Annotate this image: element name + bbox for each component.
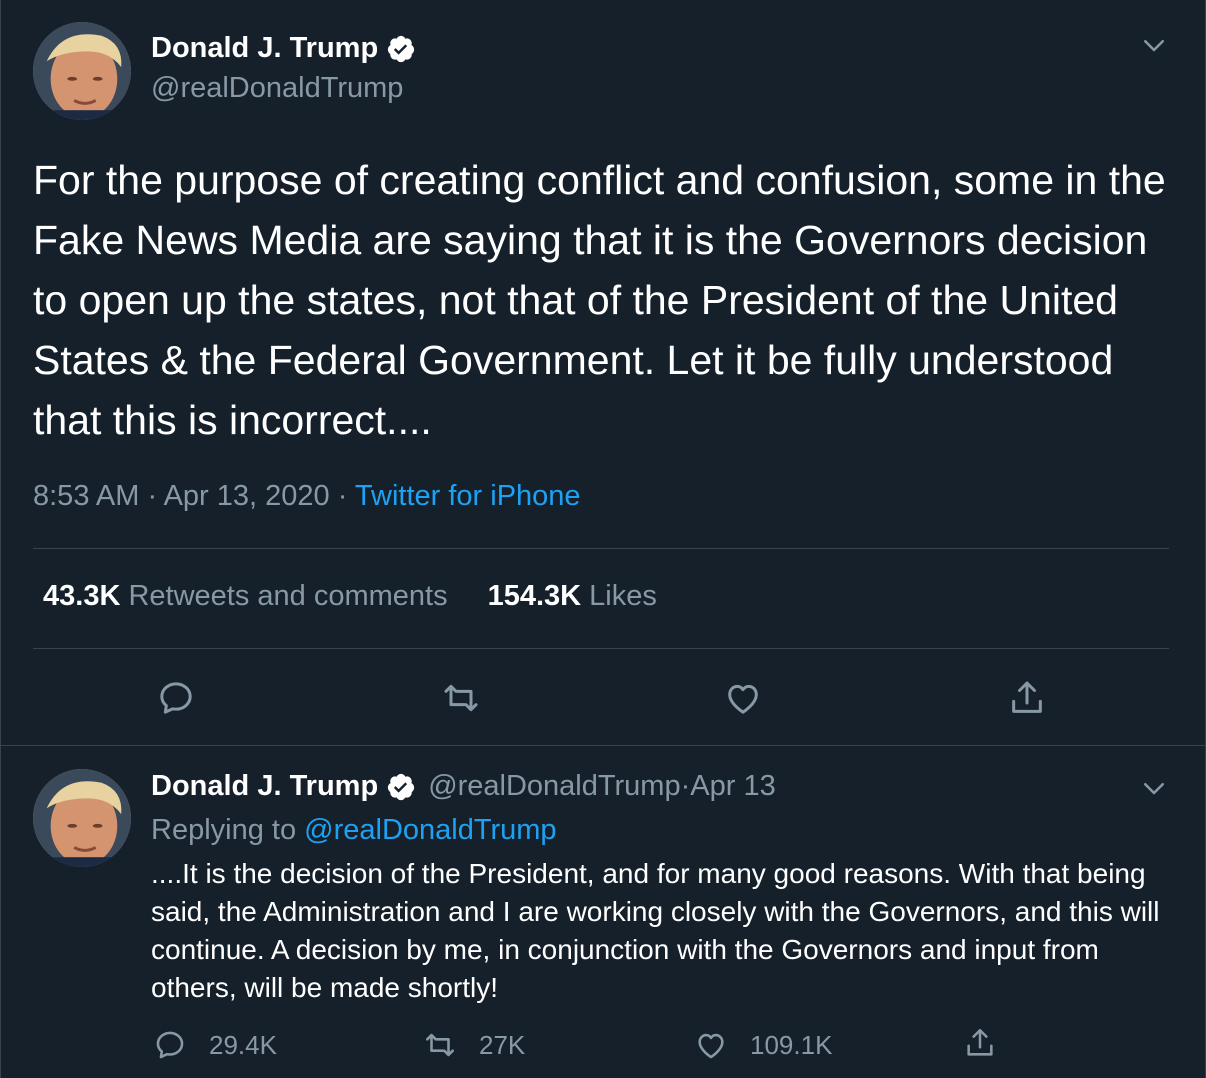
tweet-text: For the purpose of creating conflict and… [33, 157, 1166, 443]
meta-separator: · [139, 480, 164, 512]
replying-to-mention[interactable]: @realDonaldTrump [304, 814, 556, 846]
replying-to-label: Replying to [151, 814, 305, 846]
reply-action[interactable]: 29.4K [153, 1028, 277, 1062]
likes-label: Likes [581, 580, 657, 612]
tweet-stats: 43.3K Retweets and comments 154.3K Likes [43, 580, 697, 613]
tweet-meta: 8:53 AM · Apr 13, 2020 · Twitter for iPh… [33, 480, 581, 513]
like-icon[interactable] [723, 678, 763, 718]
main-tweet[interactable]: Donald J. Trump @realDonaldTrump For the… [1, 0, 1206, 746]
share-icon [963, 1026, 997, 1060]
reply-date[interactable]: Apr 13 [690, 770, 775, 803]
retweet-action[interactable]: 27K [423, 1028, 525, 1062]
retweets-count: 43.3K [43, 580, 121, 612]
tweet-thread: Donald J. Trump @realDonaldTrump For the… [0, 0, 1206, 1078]
like-action[interactable]: 109.1K [694, 1028, 832, 1062]
divider [33, 548, 1169, 549]
author-name-row[interactable]: Donald J. Trump [151, 32, 416, 65]
tweet-time[interactable]: 8:53 AM [33, 480, 139, 512]
retweet-count: 27K [479, 1029, 526, 1060]
verified-badge-icon [386, 772, 416, 802]
likes-stat[interactable]: 154.3K Likes [488, 580, 657, 613]
likes-count: 154.3K [487, 580, 582, 612]
like-icon [694, 1028, 728, 1062]
retweets-stat[interactable]: 43.3K Retweets and comments [43, 580, 448, 613]
retweets-label: Retweets and comments [120, 580, 448, 612]
share-icon[interactable] [1007, 678, 1047, 718]
reply-author-handle[interactable]: @realDonaldTrump [428, 770, 680, 803]
chevron-down-icon[interactable] [1139, 773, 1169, 803]
reply-author-row[interactable]: Donald J. Trump @realDonaldTrump · Apr 1… [151, 770, 776, 803]
replying-to: Replying to @realDonaldTrump [151, 814, 557, 847]
verified-badge-icon [386, 34, 416, 64]
reply-count: 29.4K [209, 1029, 277, 1060]
like-count: 109.1K [750, 1029, 833, 1060]
reply-icon [153, 1028, 187, 1062]
reply-author-name[interactable]: Donald J. Trump [151, 770, 378, 803]
meta-separator: · [329, 480, 355, 512]
chevron-down-icon[interactable] [1139, 30, 1169, 60]
divider [33, 648, 1169, 649]
reply-icon[interactable] [156, 678, 196, 718]
author-handle[interactable]: @realDonaldTrump [151, 72, 403, 105]
retweet-icon[interactable] [441, 678, 481, 718]
author-name[interactable]: Donald J. Trump [151, 32, 378, 65]
avatar[interactable] [33, 769, 131, 867]
tweet-source-link[interactable]: Twitter for iPhone [355, 480, 581, 512]
retweet-icon [423, 1028, 457, 1062]
avatar[interactable] [33, 22, 131, 120]
share-action[interactable] [963, 1026, 1019, 1060]
meta-separator: · [680, 770, 691, 802]
reply-tweet-text: ....It is the decision of the President,… [151, 858, 1160, 1003]
tweet-date[interactable]: Apr 13, 2020 [164, 480, 330, 512]
